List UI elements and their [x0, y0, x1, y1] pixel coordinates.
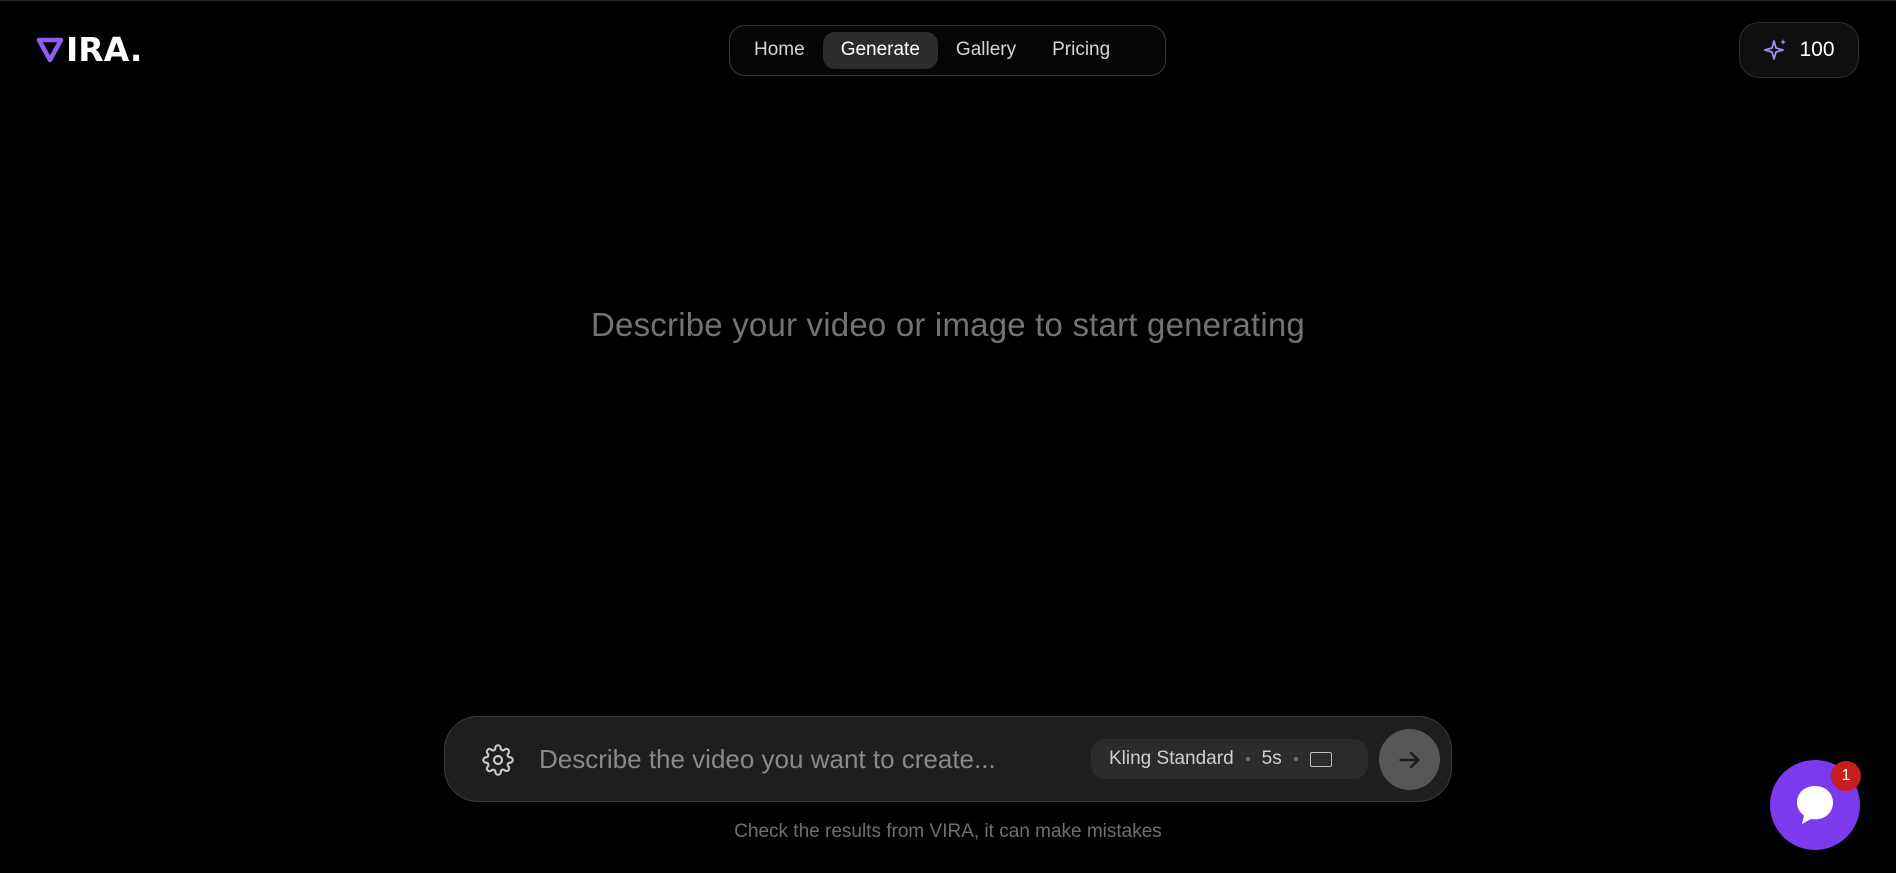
chat-bubble-icon: [1797, 786, 1833, 824]
duration-label: 5s: [1261, 748, 1282, 769]
prompt-composer: Kling Standard 5s: [444, 716, 1452, 802]
nav-home[interactable]: Home: [736, 32, 823, 69]
nav-gallery[interactable]: Gallery: [938, 32, 1034, 69]
empty-state-message: Describe your video or image to start ge…: [591, 306, 1305, 343]
separator-dot: [1293, 757, 1298, 761]
arrow-right-icon: [1398, 751, 1419, 768]
sparkle-icon: [1764, 39, 1787, 60]
v-triangle-logo-icon: [36, 37, 64, 63]
credits-button[interactable]: 100: [1739, 22, 1859, 78]
disclaimer-text: Check the results from VIRA, it can make…: [734, 821, 1162, 842]
credits-count: 100: [1799, 38, 1835, 61]
nav-pricing[interactable]: Pricing: [1034, 32, 1128, 69]
page: IRA. Home Generate Gallery Pricing 100 D…: [0, 0, 1896, 873]
send-button[interactable]: [1379, 729, 1440, 790]
main-nav: Home Generate Gallery Pricing: [729, 25, 1166, 76]
settings-button[interactable]: [481, 743, 515, 777]
separator-dot: [1245, 757, 1250, 761]
notification-badge: 1: [1831, 761, 1861, 791]
nav-generate[interactable]: Generate: [822, 32, 938, 69]
aspect-ratio-icon: [1309, 751, 1332, 767]
brand-name: IRA.: [66, 29, 143, 69]
generation-options-button[interactable]: Kling Standard 5s: [1091, 739, 1368, 779]
model-label: Kling Standard: [1109, 748, 1234, 769]
brand-logo[interactable]: IRA.: [36, 31, 142, 67]
prompt-input[interactable]: [539, 737, 1059, 781]
gear-icon: [482, 744, 514, 776]
